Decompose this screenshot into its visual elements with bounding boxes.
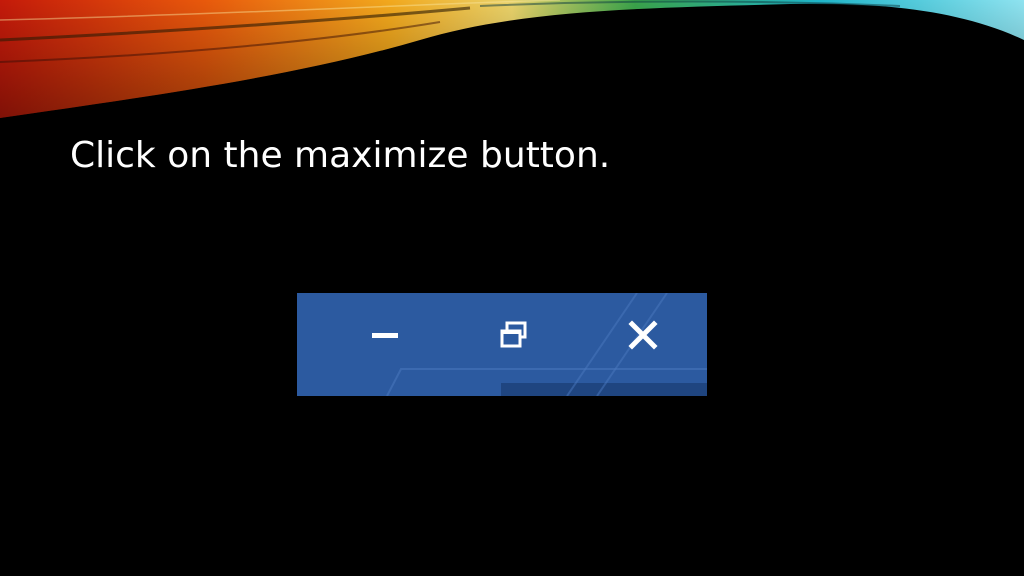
rainbow-swoosh-decoration <box>0 0 1024 118</box>
maximize-button[interactable] <box>474 307 554 363</box>
close-icon <box>628 320 658 350</box>
minimize-icon <box>372 333 398 338</box>
instruction-text: Click on the maximize button. <box>70 135 611 176</box>
minimize-button[interactable] <box>345 307 425 363</box>
window-controls-bar <box>297 293 707 396</box>
slide: Click on the maximize button. <box>0 0 1024 576</box>
restore-down-icon <box>500 321 527 348</box>
close-button[interactable] <box>603 307 683 363</box>
